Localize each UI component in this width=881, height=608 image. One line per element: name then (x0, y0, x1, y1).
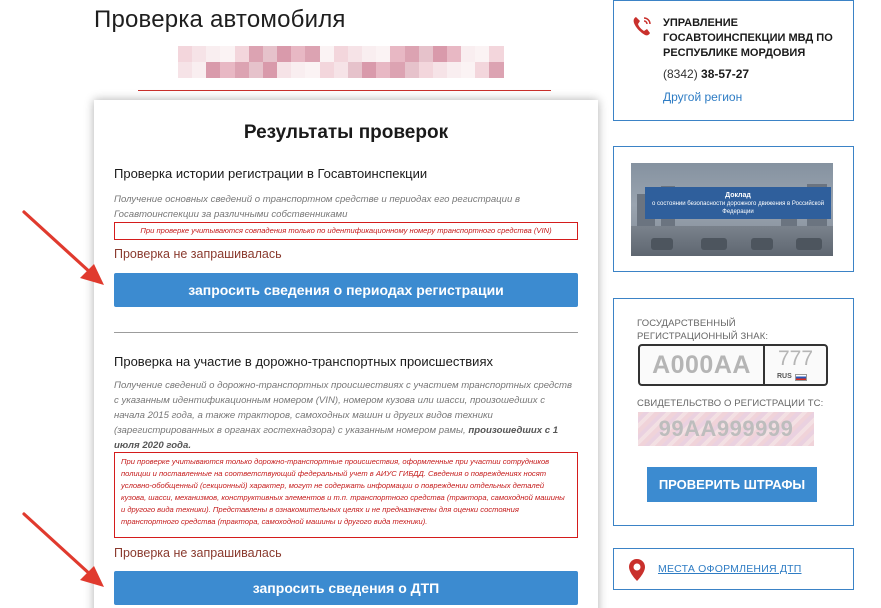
registration-note: При проверке учитываются совпадения толь… (114, 222, 578, 240)
accidents-status: Проверка не запрашивалась (114, 546, 282, 560)
plate-number: А000АА (640, 346, 765, 384)
annotation-arrow-1 (22, 210, 104, 285)
title-underline (138, 90, 551, 91)
cert-label: Свидетельство о регистрации ТС: (637, 398, 824, 409)
registration-section-title: Проверка истории регистрации в Госавтоин… (114, 166, 428, 181)
registration-status: Проверка не запрашивалась (114, 247, 282, 261)
other-region-link[interactable]: Другой регион (663, 90, 742, 104)
cert-number: 99АА999999 (658, 416, 794, 441)
annotation-arrow-2 (22, 512, 104, 587)
request-registration-button[interactable]: запросить сведения о периодах регистраци… (114, 273, 578, 307)
check-fines-button[interactable]: Проверить штрафы (647, 467, 817, 502)
contact-box: Управление Госавтоинспекции МВД по Респу… (613, 0, 854, 121)
accidents-note: При проверке учитываются только дорожно-… (114, 452, 578, 538)
plate-country: RUS (777, 373, 792, 380)
phone-number: (8342) 38-57-27 (663, 67, 749, 81)
registration-certificate[interactable]: 99АА999999 (638, 412, 814, 446)
accidents-section-title: Проверка на участие в дорожно-транспортн… (114, 354, 493, 369)
registration-description: Получение основных сведений о транспортн… (114, 194, 521, 220)
report-box: Доклад о состоянии безопасности дорожног… (613, 146, 854, 272)
report-banner: Доклад о состоянии безопасности дорожног… (645, 187, 831, 219)
redacted-vehicle-id (178, 46, 504, 78)
report-subtitle: о состоянии безопасности дорожного движе… (651, 201, 825, 215)
results-card: Результаты проверок Проверка истории рег… (94, 100, 598, 608)
plate-label: Государственный регистрационный знак: (637, 318, 769, 342)
accidents-description: Получение сведений о дорожно-транспортны… (114, 378, 574, 453)
phone-digits: 38-57-27 (701, 67, 750, 81)
report-banner-image[interactable]: Доклад о состоянии безопасности дорожног… (631, 163, 833, 256)
results-title: Результаты проверок (243, 122, 449, 143)
plate-region: 777 (777, 347, 814, 370)
dtp-places-box[interactable]: Места оформления ДТП (613, 548, 854, 590)
license-plate[interactable]: А000АА 777 RUS (638, 344, 828, 386)
dtp-places-link[interactable]: Места оформления ДТП (658, 563, 802, 575)
section-divider (114, 332, 578, 333)
phone-icon (633, 17, 651, 36)
russia-flag-icon (795, 374, 807, 381)
fines-box: Государственный регистрационный знак: А0… (613, 298, 854, 526)
request-accidents-button[interactable]: запросить сведения о ДТП (114, 571, 578, 605)
plate-region-block: 777 RUS (765, 346, 826, 384)
report-title: Доклад (725, 192, 751, 199)
map-pin-icon (629, 559, 645, 581)
page-title: Проверка автомобиля (94, 6, 346, 33)
department-name: Управление Госавтоинспекции МВД по Респу… (663, 17, 833, 59)
phone-code: (8342) (663, 67, 698, 81)
